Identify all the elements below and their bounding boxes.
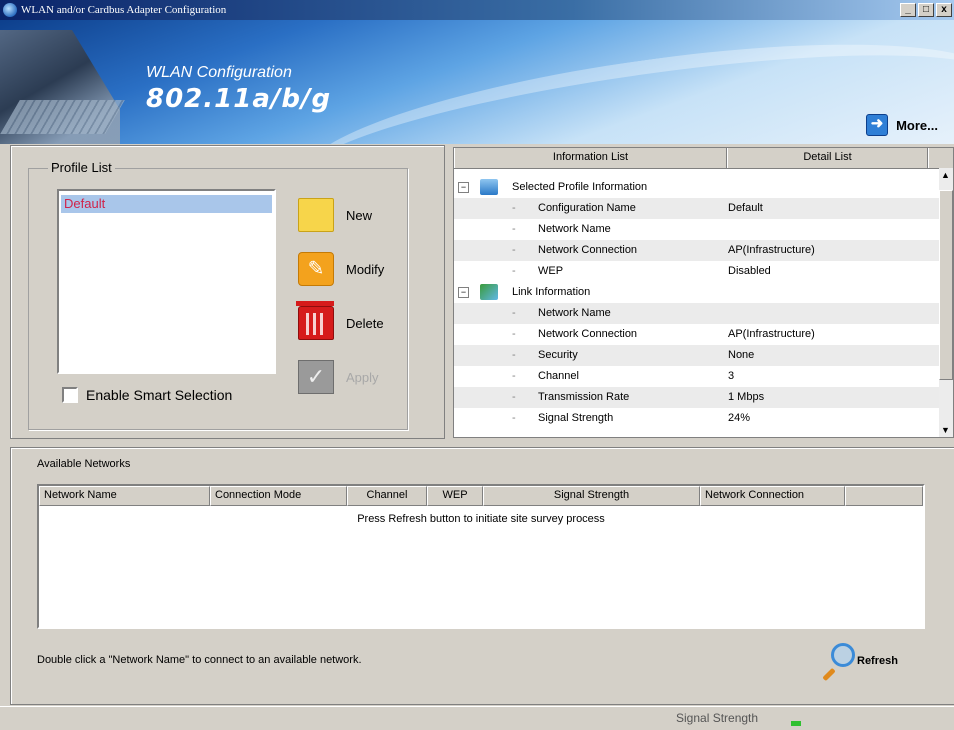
row-name: Transmission Rate [538,391,630,403]
table-row: - Network Name [454,219,941,240]
arrow-right-icon: ➜ [866,114,889,136]
connect-hint: Double click a "Network Name" to connect… [37,654,362,666]
banner-subtitle: 802.11a/b/g [146,84,332,114]
refresh-label: Refresh [857,655,898,667]
delete-label: Delete [346,315,384,331]
collapse-icon[interactable]: − [458,287,469,298]
refresh-button[interactable]: Refresh [819,643,898,682]
folder-icon [298,198,334,232]
row-name: Channel [538,370,579,382]
col-wep[interactable]: WEP [427,486,483,506]
modify-label: Modify [346,261,385,277]
row-name: Network Name [538,307,611,319]
row-name: Signal Strength [538,412,614,424]
info-header-information[interactable]: Information List [454,148,727,168]
table-row: - Transmission Rate 1 Mbps [454,387,941,408]
smart-selection-row[interactable]: Enable Smart Selection [62,387,232,403]
available-networks-title: Available Networks [37,458,131,470]
minimize-button[interactable]: _ [900,3,916,17]
window-title: WLAN and/or Cardbus Adapter Configuratio… [21,4,227,16]
modify-button[interactable]: ✎ Modify [298,252,384,286]
smart-selection-checkbox[interactable] [62,387,78,403]
table-row: - Signal Strength 24% [454,408,941,429]
signal-strength-bar [791,721,801,726]
row-value: 3 [728,370,735,382]
networks-table-header: Network Name Connection Mode Channel WEP… [39,486,923,506]
row-value: AP(Infrastructure) [728,244,815,256]
table-row: - Configuration Name Default [454,198,941,219]
profile-listbox[interactable]: Default [57,189,276,374]
header-banner: WLAN Configuration 802.11a/b/g ➜ More... [0,20,954,144]
col-network-name[interactable]: Network Name [39,486,210,506]
network-link-icon [480,284,498,300]
scroll-up-icon[interactable]: ▲ [941,170,950,180]
title-bar: WLAN and/or Cardbus Adapter Configuratio… [0,0,954,20]
information-list-panel: Information List Detail List − Selected … [453,147,954,438]
apply-button[interactable]: ✓ Apply [298,360,379,394]
table-row: - Network Name [454,303,941,324]
row-value: 24% [728,412,751,424]
row-value: None [728,349,755,361]
row-name: Security [538,349,578,361]
row-name: WEP [538,265,564,277]
banner-title: WLAN Configuration [146,64,292,81]
maximize-button[interactable]: □ [918,3,934,17]
window-controls: _ □ x [900,3,952,17]
table-row: - Channel 3 [454,366,941,387]
info-scrollbar[interactable]: ▲ ▼ [939,168,953,437]
row-name: Configuration Name [538,202,636,214]
close-button[interactable]: x [936,3,952,17]
networks-empty-message: Press Refresh button to initiate site su… [357,513,605,525]
scroll-down-icon[interactable]: ▼ [941,425,950,435]
row-value: AP(Infrastructure) [728,328,815,340]
row-value: Default [728,202,763,214]
new-label: New [346,207,373,223]
info-header-filler [928,148,953,168]
col-channel[interactable]: Channel [347,486,427,506]
info-header-detail[interactable]: Detail List [727,148,928,168]
row-name: Network Connection [538,328,638,340]
profile-list-legend: Profile List [48,160,115,175]
row-name: Network Name [538,223,611,235]
app-icon [3,3,17,17]
banner-swoosh [294,20,954,144]
status-bar: Signal Strength [0,706,954,730]
more-button[interactable]: ➜ More... [866,114,938,136]
new-button[interactable]: New [298,198,372,232]
col-network-connection[interactable]: Network Connection [700,486,845,506]
profile-card-icon [480,179,498,195]
table-row: - Security None [454,345,941,366]
trash-icon [296,301,334,340]
col-connection-mode[interactable]: Connection Mode [210,486,347,506]
row-value: Disabled [728,265,771,277]
tree-node-selected-profile[interactable]: − Selected Profile Information [454,177,941,198]
magnifier-icon [819,643,855,682]
link-information-label: Link Information [512,286,591,298]
row-value: 1 Mbps [728,391,765,403]
table-row: - Network Connection AP(Infrastructure) [454,240,941,261]
checkmark-icon: ✓ [298,360,334,394]
more-label: More... [896,117,938,133]
table-row: - Network Connection AP(Infrastructure) [454,324,941,345]
scrollbar-thumb[interactable] [939,190,953,380]
networks-table[interactable]: Network Name Connection Mode Channel WEP… [37,484,925,629]
selected-profile-label: Selected Profile Information [512,181,648,193]
col-signal-strength[interactable]: Signal Strength [483,486,700,506]
collapse-icon[interactable]: − [458,182,469,193]
table-row: - WEP Disabled [454,261,941,282]
modify-icon: ✎ [298,252,334,286]
row-name: Network Connection [538,244,638,256]
signal-strength-label: Signal Strength [676,711,759,725]
col-filler [845,486,923,506]
info-header: Information List Detail List [454,148,953,169]
smart-selection-label: Enable Smart Selection [86,387,233,403]
delete-button[interactable]: Delete [296,301,384,340]
keyboard-image [0,100,125,134]
apply-label: Apply [346,369,379,385]
tree-node-link-information[interactable]: − Link Information [454,282,941,303]
profile-item-default[interactable]: Default [61,195,272,213]
